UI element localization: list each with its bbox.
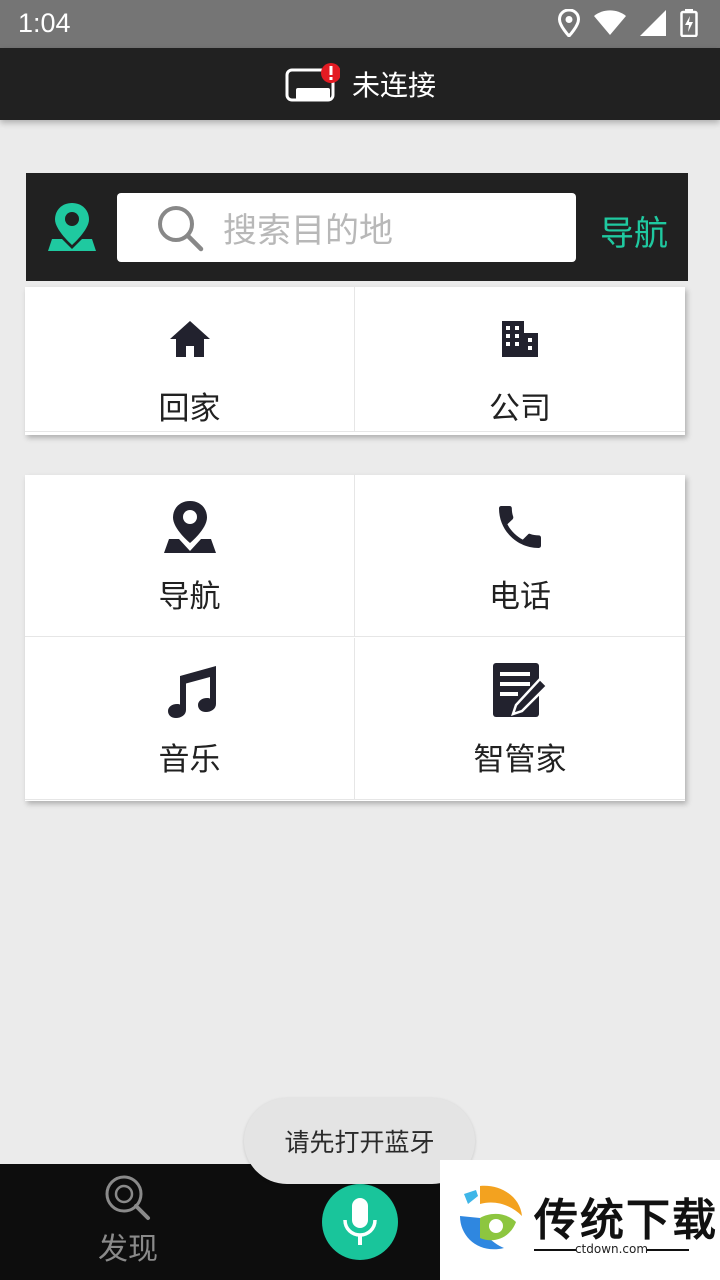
features-card: 导航 电话 音乐 智管家 [25,475,685,801]
wifi-icon [594,10,626,35]
discover-icon [105,1175,150,1220]
device-disconnected-icon[interactable] [284,62,341,106]
music-label: 音乐 [158,742,221,778]
home-shortcut[interactable]: 回家 [25,287,355,432]
feature-navigation[interactable]: 导航 [25,475,355,637]
quick-places-card: 回家 公司 [25,287,685,435]
watermark-line-right [647,1249,689,1251]
map-pin-icon [162,497,218,557]
home-label: 回家 [158,391,221,427]
search-bar: 搜索目的地 导航 [26,173,688,281]
feature-smart-butler[interactable]: 智管家 [355,638,685,800]
navigation-label: 导航 [158,579,221,615]
phone-icon [492,497,548,557]
status-icons [558,9,698,37]
company-label: 公司 [489,391,551,427]
search-placeholder: 搜索目的地 [223,211,393,251]
app-bar: 未连接 [0,48,720,120]
feature-music[interactable]: 音乐 [25,638,355,800]
watermark: 传统下载 ctdown.com [440,1160,720,1280]
voice-button[interactable] [322,1184,398,1260]
connection-status-title: 未连接 [351,69,436,102]
status-bar: 1:04 [0,0,720,48]
status-time: 1:04 [18,8,71,38]
search-input[interactable]: 搜索目的地 [117,193,576,262]
battery-charging-icon [680,9,698,37]
search-icon [158,205,204,251]
feature-phone[interactable]: 电话 [355,475,685,637]
watermark-text: 传统下载 [534,1195,718,1246]
phone-label: 电话 [489,579,551,615]
location-pin-icon [46,201,98,257]
discover-label: 发现 [98,1232,158,1267]
location-icon [558,9,580,37]
watermark-logo [460,1185,522,1250]
company-shortcut[interactable]: 公司 [355,287,685,432]
microphone-icon [343,1198,377,1245]
smart-butler-label: 智管家 [473,742,567,778]
note-edit-icon [491,660,549,720]
signal-icon [640,10,666,36]
building-icon [500,309,540,369]
navigate-button[interactable]: 导航 [600,206,668,255]
tab-discover[interactable]: 发现 [88,1174,168,1268]
music-note-icon [162,660,218,720]
home-icon [168,309,212,369]
